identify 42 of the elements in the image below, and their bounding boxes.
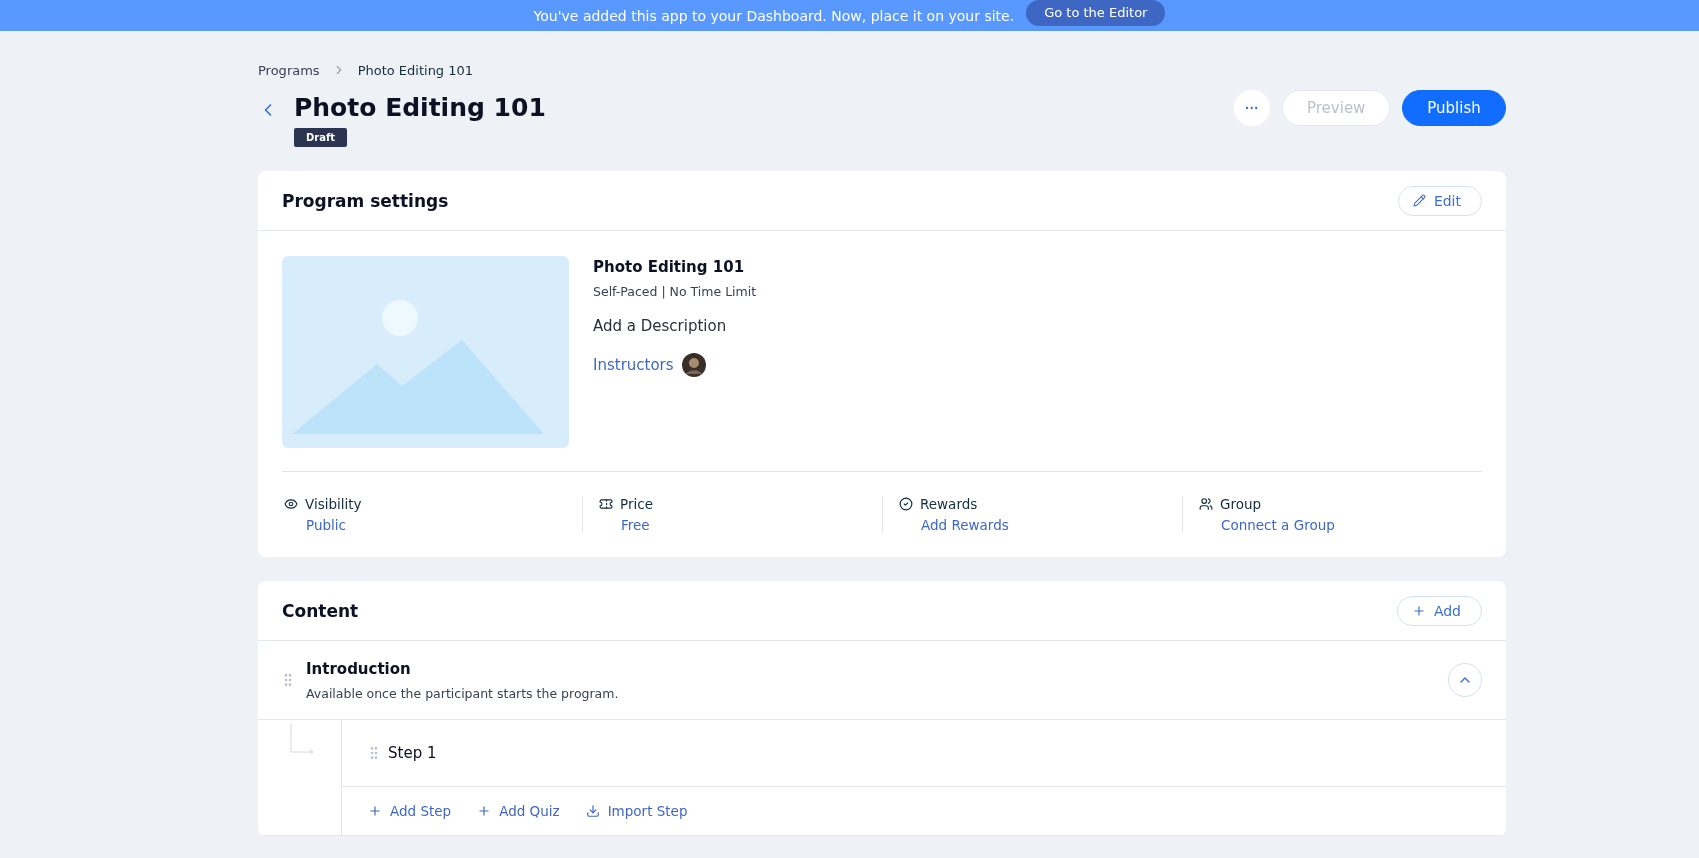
status-badge: Draft	[294, 128, 348, 147]
breadcrumb-link[interactable]: Programs	[258, 62, 320, 78]
connector-icon	[290, 724, 314, 754]
stat-label: Group	[1220, 496, 1262, 512]
plus-icon	[1411, 603, 1426, 618]
step-action-button[interactable]: Add Step	[368, 803, 452, 819]
stat-link[interactable]: Free	[621, 517, 882, 533]
stat-link[interactable]: Connect a Group	[1221, 517, 1482, 533]
pencil-icon	[1412, 194, 1426, 207]
stat-label: Price	[620, 496, 653, 512]
stat-label: Visibility	[305, 496, 362, 512]
section-subtitle: Available once the participant starts the program.	[306, 685, 620, 701]
step-action-button[interactable]: Import Step	[585, 803, 688, 819]
step-title: Step 1	[388, 744, 437, 762]
publish-button[interactable]: Publish	[1402, 90, 1506, 126]
breadcrumb-link[interactable]: Photo Editing 101	[357, 62, 474, 78]
section-title: Introduction	[306, 659, 412, 678]
eye-icon	[284, 497, 298, 511]
avatar-icon	[681, 353, 706, 377]
go-to-editor-button[interactable]: Go to the Editor	[1026, 0, 1166, 26]
edit-button[interactable]: Edit	[1397, 185, 1482, 216]
program-name: Photo Editing 101	[593, 258, 746, 276]
add-description-link[interactable]: Add a Description	[593, 317, 757, 335]
add-button[interactable]: Add	[1396, 595, 1482, 626]
check-circle-icon	[899, 497, 913, 511]
stat-link[interactable]: Public	[306, 517, 582, 533]
ticket-icon	[599, 497, 613, 511]
instructors-link[interactable]: Instructors	[593, 356, 674, 374]
plus-icon	[368, 804, 382, 818]
download-icon	[585, 804, 600, 818]
banner-text: You've added this app to your Dashboard. Now, place it on your site.	[533, 7, 1015, 24]
plus-icon	[477, 804, 492, 818]
page-title: Photo Editing 101	[294, 92, 546, 124]
program-schedule: Self-Paced | No Time Limit	[593, 284, 757, 299]
stat-link[interactable]: Add Rewards	[921, 517, 1182, 533]
stat-label: Rewards	[920, 496, 978, 512]
collapse-button[interactable]	[1448, 663, 1482, 697]
card-title: Program settings	[282, 190, 449, 211]
step-action-button[interactable]: Add Quiz	[477, 803, 560, 819]
card-title: Content	[282, 600, 359, 621]
people-icon	[1199, 497, 1213, 511]
more-button[interactable]: ···	[1234, 90, 1270, 126]
